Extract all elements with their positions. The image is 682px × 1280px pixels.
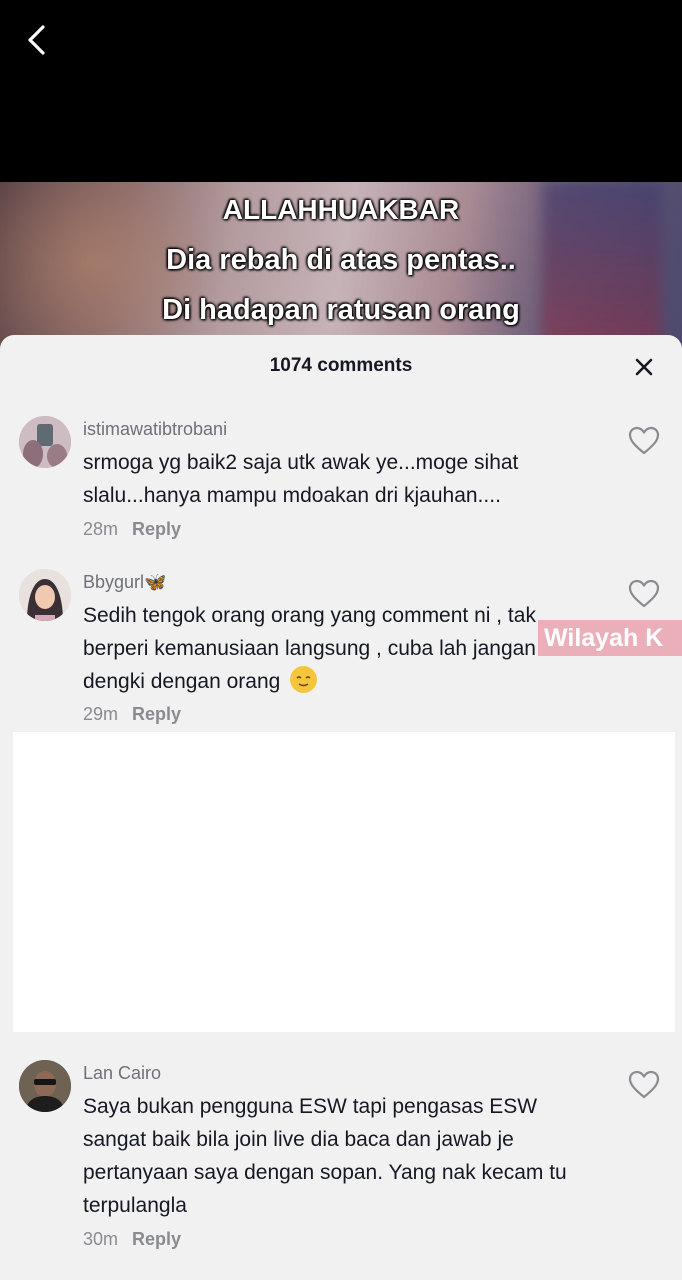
comment-time: 29m [83, 704, 119, 724]
comment-text: Saya bukan pengguna ESW tapi pengasas ES… [83, 1095, 567, 1217]
avatar[interactable] [19, 416, 71, 468]
avatar[interactable] [19, 1060, 71, 1112]
like-button[interactable] [628, 426, 660, 456]
back-button[interactable] [18, 20, 58, 60]
heart-outline-icon [628, 1070, 660, 1099]
comment-time: 28m [83, 519, 119, 539]
reply-button[interactable]: Reply [132, 1229, 181, 1249]
close-icon [635, 358, 653, 376]
chevron-left-icon [28, 25, 45, 55]
comment-username[interactable]: Lan Cairo [83, 1063, 161, 1084]
avatar[interactable] [19, 569, 71, 621]
comment-username[interactable]: Bbygurl🦋 [83, 572, 166, 593]
heart-outline-icon [628, 579, 660, 608]
video-preview[interactable]: ALLAHHUAKBAR Dia rebah di atas pentas.. … [0, 182, 682, 352]
comments-header: 1074 comments [0, 335, 682, 397]
close-button[interactable] [630, 353, 658, 381]
avatar-image [19, 1060, 71, 1112]
reply-button[interactable]: Reply [132, 704, 181, 724]
avatar-image [19, 569, 71, 621]
avatar-image [19, 416, 71, 468]
like-button[interactable] [628, 579, 660, 609]
comment-meta: 30m Reply [83, 1229, 181, 1250]
video-caption-line: Di hadapan ratusan orang [162, 294, 520, 326]
comment-username[interactable]: istimawatibtrobani [83, 419, 227, 440]
top-bar [0, 0, 682, 182]
relieved-face-emoji [290, 666, 318, 693]
reply-button[interactable]: Reply [132, 519, 181, 539]
comment-meta: 28m Reply [83, 519, 181, 540]
watermark: Wilayah K [538, 620, 682, 656]
comment-count: 1074 comments [269, 355, 413, 376]
video-caption-line: ALLAHHUAKBAR [222, 194, 460, 225]
comment-time: 30m [83, 1229, 119, 1249]
like-button[interactable] [628, 1070, 660, 1100]
blank-content-area [13, 732, 675, 1032]
video-caption-line: Dia rebah di atas pentas.. [166, 244, 516, 276]
heart-outline-icon [628, 426, 660, 455]
comment-text: Sedih tengok orang orang yang comment ni… [83, 599, 603, 698]
comment-text: srmoga yg baik2 saja utk awak ye...moge … [83, 451, 519, 507]
comment-meta: 29m Reply [83, 704, 181, 725]
